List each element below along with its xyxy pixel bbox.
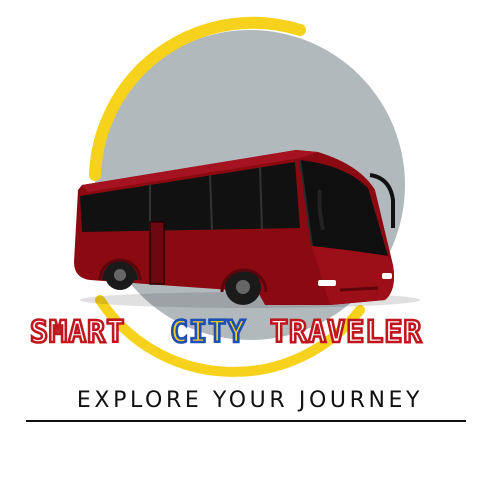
title-word-smart: SMART [30, 315, 125, 350]
title-word-city: CITY [170, 315, 246, 350]
tagline: EXPLORE YOUR JOURNEY [76, 388, 424, 413]
tagline-underline [26, 420, 466, 422]
title-word-traveler: TRAVELER [270, 315, 423, 350]
brand-title: SMART CITY TRAVELER [0, 308, 500, 352]
brand-title-text: SMART CITY TRAVELER [29, 314, 423, 352]
bus-emblem [74, 16, 420, 377]
logo: SMART CITY TRAVELER EXPLORE YOUR JOURNEY [0, 0, 500, 500]
